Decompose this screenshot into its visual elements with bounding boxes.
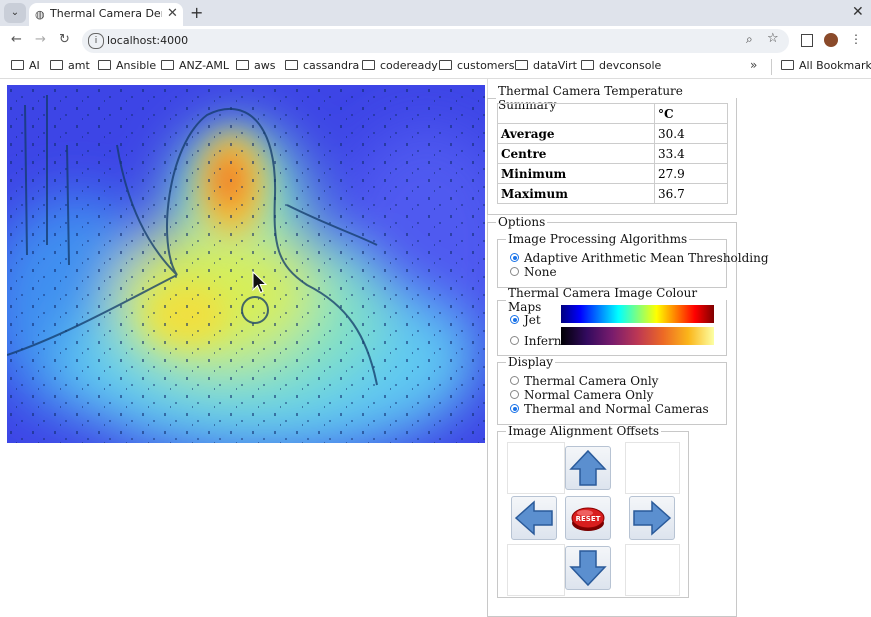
algorithm-option-none[interactable]: None	[510, 265, 557, 279]
display-option-normal-only[interactable]: Normal Camera Only	[510, 388, 653, 402]
menu-icon[interactable]: ⋮	[850, 32, 862, 46]
tab-strip: ⌄ ◍ Thermal Camera Demon ✕ + ✕	[0, 0, 871, 26]
reload-icon[interactable]: ↻	[59, 32, 70, 47]
table-row: Average 30.4	[497, 123, 728, 144]
arrow-left-icon	[514, 500, 553, 536]
folder-icon	[515, 60, 528, 70]
folder-icon	[236, 60, 249, 70]
browser-toolbar: ← → ↻ i localhost:4000 ⌕ ☆ ⋮	[0, 26, 871, 56]
thermal-camera-image	[7, 85, 485, 443]
row-value: 30.4	[654, 123, 728, 144]
folder-icon	[362, 60, 375, 70]
folder-icon	[11, 60, 24, 70]
move-down-button[interactable]	[565, 546, 611, 590]
url-text: localhost:4000	[107, 34, 189, 47]
bookmark-star-icon[interactable]: ☆	[767, 31, 779, 46]
back-icon[interactable]: ←	[11, 32, 22, 47]
inferno-colour-swatch	[561, 327, 714, 345]
bookmark-folder[interactable]: customers	[439, 59, 515, 72]
radio-button[interactable]	[510, 267, 519, 276]
grid-cell	[507, 442, 565, 494]
algorithm-option-adaptive[interactable]: Adaptive Arithmetic Mean Thresholding	[510, 251, 769, 265]
new-tab-button[interactable]: +	[190, 3, 203, 22]
colour-map-option-inferno[interactable]: Inferno	[510, 334, 569, 348]
profile-avatar[interactable]	[824, 33, 838, 47]
temperature-summary-table: °C Average 30.4 Centre 33.4 Minimum 27.9 Ma…	[497, 103, 728, 204]
zoom-icon[interactable]: ⌕	[746, 32, 753, 47]
unit-header: °C	[654, 103, 728, 124]
bookmark-folder[interactable]: ANZ-AML	[161, 59, 229, 72]
table-corner-cell	[497, 103, 655, 124]
side-panel-icon[interactable]	[801, 34, 813, 47]
bookmark-folder[interactable]: Ansible	[98, 59, 156, 72]
bookmark-folder[interactable]: aws	[236, 59, 275, 72]
address-bar[interactable]: i localhost:4000 ⌕ ☆	[82, 29, 789, 53]
display-legend: Display	[508, 355, 554, 369]
bookmark-folder[interactable]: cassandra	[285, 59, 359, 72]
forward-icon[interactable]: →	[35, 32, 46, 47]
bookmark-folder[interactable]: dataVirt	[515, 59, 577, 72]
bookmark-folder[interactable]: amt	[50, 59, 90, 72]
table-row: Maximum 36.7	[497, 183, 728, 204]
move-left-button[interactable]	[511, 496, 557, 540]
reset-label: RESET	[576, 515, 601, 523]
bookmark-folder[interactable]: AI	[11, 59, 40, 72]
colour-map-option-jet[interactable]: Jet	[510, 313, 541, 327]
options-legend: Options	[498, 215, 546, 229]
bookmarks-separator	[771, 59, 772, 75]
table-row: Centre 33.4	[497, 143, 728, 164]
display-option-both[interactable]: Thermal and Normal Cameras	[510, 402, 709, 416]
grid-cell	[625, 442, 680, 494]
folder-icon	[439, 60, 452, 70]
row-label: Average	[497, 123, 655, 144]
folder-icon	[50, 60, 63, 70]
move-right-button[interactable]	[629, 496, 675, 540]
display-option-thermal-only[interactable]: Thermal Camera Only	[510, 374, 658, 388]
site-info-icon[interactable]: i	[88, 33, 104, 49]
jet-colour-swatch	[561, 305, 714, 323]
folder-icon	[285, 60, 298, 70]
all-bookmarks-button[interactable]: All Bookmarks	[781, 59, 871, 72]
table-header-row: °C	[497, 103, 728, 124]
folder-icon	[581, 60, 594, 70]
row-label: Minimum	[497, 163, 655, 184]
tab-search-button[interactable]: ⌄	[4, 3, 26, 23]
close-tab-icon[interactable]: ✕	[167, 6, 178, 21]
row-value: 36.7	[654, 183, 728, 204]
radio-button[interactable]	[510, 404, 519, 413]
folder-icon	[781, 60, 794, 70]
table-row: Minimum 27.9	[497, 163, 728, 184]
arrow-up-icon	[569, 449, 607, 486]
bookmark-folder[interactable]: devconsole	[581, 59, 661, 72]
bookmarks-bar: AI amt Ansible ANZ-AML aws cassandra cod…	[0, 56, 871, 79]
bookmark-folder[interactable]: codeready	[362, 59, 438, 72]
row-value: 33.4	[654, 143, 728, 164]
alignment-legend: Image Alignment Offsets	[508, 424, 660, 438]
tab-title: Thermal Camera Demon	[50, 7, 162, 20]
move-up-button[interactable]	[565, 446, 611, 490]
arrow-down-icon	[569, 550, 607, 587]
row-label: Maximum	[497, 183, 655, 204]
page: Thermal Camera Temperature Summary °C Av…	[0, 79, 871, 617]
row-label: Centre	[497, 143, 655, 164]
grid-cell	[625, 544, 680, 596]
more-bookmarks-button[interactable]: »	[750, 58, 757, 72]
grid-cell	[507, 544, 565, 596]
radio-button[interactable]	[510, 315, 519, 324]
window-close-icon[interactable]: ✕	[852, 4, 864, 20]
algorithms-legend: Image Processing Algorithms	[508, 232, 688, 246]
reset-icon: RESET	[571, 507, 605, 531]
radio-button[interactable]	[510, 390, 519, 399]
radio-button[interactable]	[510, 376, 519, 385]
arrow-right-icon	[633, 500, 672, 536]
folder-icon	[98, 60, 111, 70]
globe-icon: ◍	[35, 8, 45, 21]
row-value: 27.9	[654, 163, 728, 184]
folder-icon	[161, 60, 174, 70]
mouse-cursor-icon	[252, 271, 268, 294]
radio-button[interactable]	[510, 336, 519, 345]
radio-button[interactable]	[510, 253, 519, 262]
reset-button[interactable]: RESET	[565, 496, 611, 540]
active-tab[interactable]: ◍ Thermal Camera Demon ✕	[29, 3, 183, 26]
